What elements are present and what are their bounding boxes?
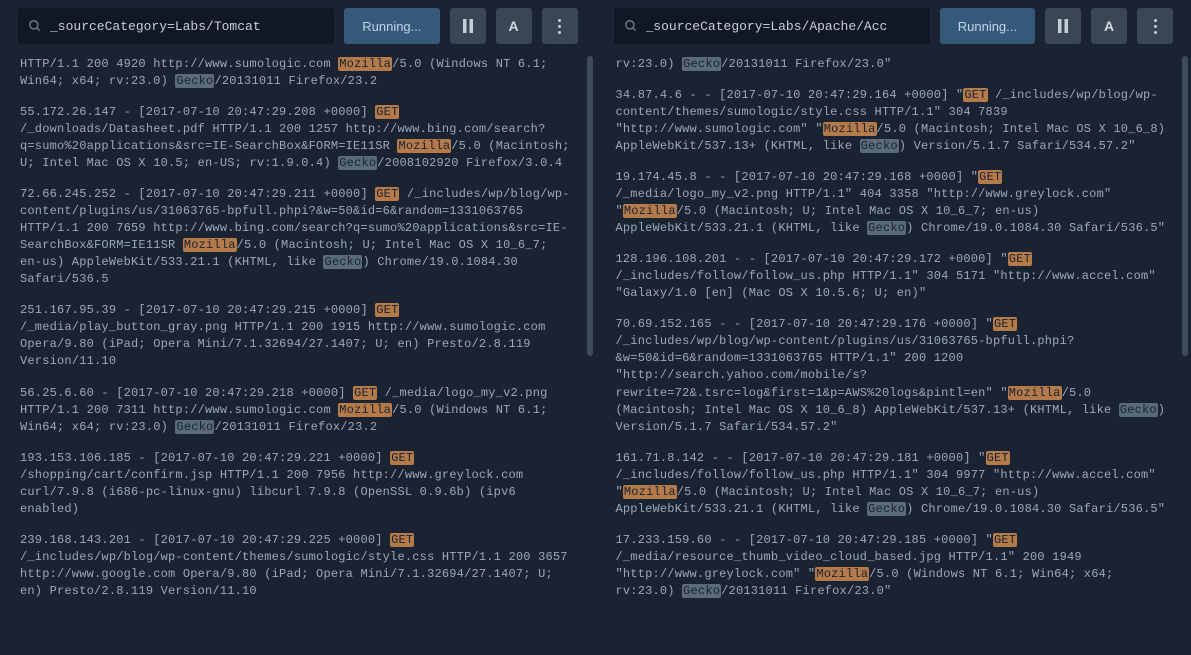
pause-button[interactable] bbox=[1045, 8, 1081, 44]
highlight-get: GET bbox=[993, 533, 1017, 547]
left-toolbar: Running... A bbox=[0, 0, 596, 52]
text-mode-button[interactable]: A bbox=[1091, 8, 1127, 44]
left-scrollbar[interactable] bbox=[587, 56, 593, 645]
log-entry[interactable]: 19.174.45.8 - - [2017-07-10 20:47:29.168… bbox=[616, 169, 1172, 237]
highlight-get: GET bbox=[986, 451, 1010, 465]
log-entry[interactable]: 128.196.108.201 - - [2017-07-10 20:47:29… bbox=[616, 251, 1172, 302]
log-entry[interactable]: rv:23.0) Gecko/20131011 Firefox/23.0" bbox=[616, 56, 1172, 73]
highlight-gecko: Gecko bbox=[1119, 403, 1158, 417]
pause-icon bbox=[1057, 19, 1069, 33]
pause-button[interactable] bbox=[450, 8, 486, 44]
search-input[interactable] bbox=[646, 19, 920, 34]
search-icon bbox=[28, 19, 42, 33]
search-container[interactable] bbox=[614, 8, 930, 44]
scrollbar-thumb[interactable] bbox=[1182, 56, 1188, 356]
search-icon bbox=[624, 19, 638, 33]
highlight-get: GET bbox=[375, 105, 399, 119]
highlight-mozilla: Mozilla bbox=[815, 567, 869, 581]
highlight-mozilla: Mozilla bbox=[183, 238, 237, 252]
highlight-mozilla: Mozilla bbox=[823, 122, 877, 136]
right-panel: Running... A rv:23.0) Gecko/20131011 Fir… bbox=[596, 0, 1191, 655]
right-toolbar: Running... A bbox=[596, 0, 1191, 52]
log-entry[interactable]: 55.172.26.147 - [2017-07-10 20:47:29.208… bbox=[20, 104, 576, 172]
highlight-gecko: Gecko bbox=[867, 221, 906, 235]
highlight-get: GET bbox=[978, 170, 1002, 184]
highlight-mozilla: Mozilla bbox=[623, 204, 677, 218]
pause-icon bbox=[462, 19, 474, 33]
right-scrollbar[interactable] bbox=[1182, 56, 1188, 645]
highlight-mozilla: Mozilla bbox=[338, 57, 392, 71]
highlight-get: GET bbox=[390, 451, 414, 465]
highlight-get: GET bbox=[375, 303, 399, 317]
search-container[interactable] bbox=[18, 8, 334, 44]
log-entry[interactable]: 161.71.8.142 - - [2017-07-10 20:47:29.18… bbox=[616, 450, 1172, 518]
highlight-mozilla: Mozilla bbox=[623, 485, 677, 499]
highlight-get: GET bbox=[993, 317, 1017, 331]
left-panel: Running... A HTTP/1.1 200 4920 http://ww… bbox=[0, 0, 596, 655]
vertical-dots-icon bbox=[558, 19, 561, 34]
right-log-output[interactable]: rv:23.0) Gecko/20131011 Firefox/23.0" 34.… bbox=[596, 52, 1191, 655]
highlight-gecko: Gecko bbox=[175, 420, 214, 434]
vertical-dots-icon bbox=[1154, 19, 1157, 34]
highlight-gecko: Gecko bbox=[338, 156, 377, 170]
log-entry[interactable]: 34.87.4.6 - - [2017-07-10 20:47:29.164 +… bbox=[616, 87, 1172, 155]
log-entry[interactable]: 56.25.6.60 - [2017-07-10 20:47:29.218 +0… bbox=[20, 385, 576, 436]
highlight-get: GET bbox=[963, 88, 987, 102]
log-entry[interactable]: 17.233.159.60 - - [2017-07-10 20:47:29.1… bbox=[616, 532, 1172, 600]
highlight-mozilla: Mozilla bbox=[1008, 386, 1062, 400]
highlight-get: GET bbox=[1008, 252, 1032, 266]
highlight-gecko: Gecko bbox=[860, 139, 899, 153]
log-entry[interactable]: HTTP/1.1 200 4920 http://www.sumologic.c… bbox=[20, 56, 576, 90]
log-entry[interactable]: 251.167.95.39 - [2017-07-10 20:47:29.215… bbox=[20, 302, 576, 370]
highlight-get: GET bbox=[390, 533, 414, 547]
log-entry[interactable]: 72.66.245.252 - [2017-07-10 20:47:29.211… bbox=[20, 186, 576, 288]
highlight-get: GET bbox=[353, 386, 377, 400]
left-log-output[interactable]: HTTP/1.1 200 4920 http://www.sumologic.c… bbox=[0, 52, 596, 655]
highlight-gecko: Gecko bbox=[867, 502, 906, 516]
highlight-get: GET bbox=[375, 187, 399, 201]
run-status-button[interactable]: Running... bbox=[940, 8, 1035, 44]
more-menu-button[interactable] bbox=[1137, 8, 1173, 44]
more-menu-button[interactable] bbox=[542, 8, 578, 44]
highlight-mozilla: Mozilla bbox=[397, 139, 451, 153]
search-input[interactable] bbox=[50, 19, 324, 34]
text-mode-button[interactable]: A bbox=[496, 8, 532, 44]
highlight-gecko: Gecko bbox=[323, 255, 362, 269]
log-entry[interactable]: 193.153.106.185 - [2017-07-10 20:47:29.2… bbox=[20, 450, 576, 518]
highlight-gecko: Gecko bbox=[682, 584, 721, 598]
run-status-button[interactable]: Running... bbox=[344, 8, 439, 44]
log-entry[interactable]: 70.69.152.165 - - [2017-07-10 20:47:29.1… bbox=[616, 316, 1172, 435]
highlight-gecko: Gecko bbox=[175, 74, 214, 88]
scrollbar-thumb[interactable] bbox=[587, 56, 593, 356]
log-entry[interactable]: 239.168.143.201 - [2017-07-10 20:47:29.2… bbox=[20, 532, 576, 600]
highlight-gecko: Gecko bbox=[682, 57, 721, 71]
highlight-mozilla: Mozilla bbox=[338, 403, 392, 417]
